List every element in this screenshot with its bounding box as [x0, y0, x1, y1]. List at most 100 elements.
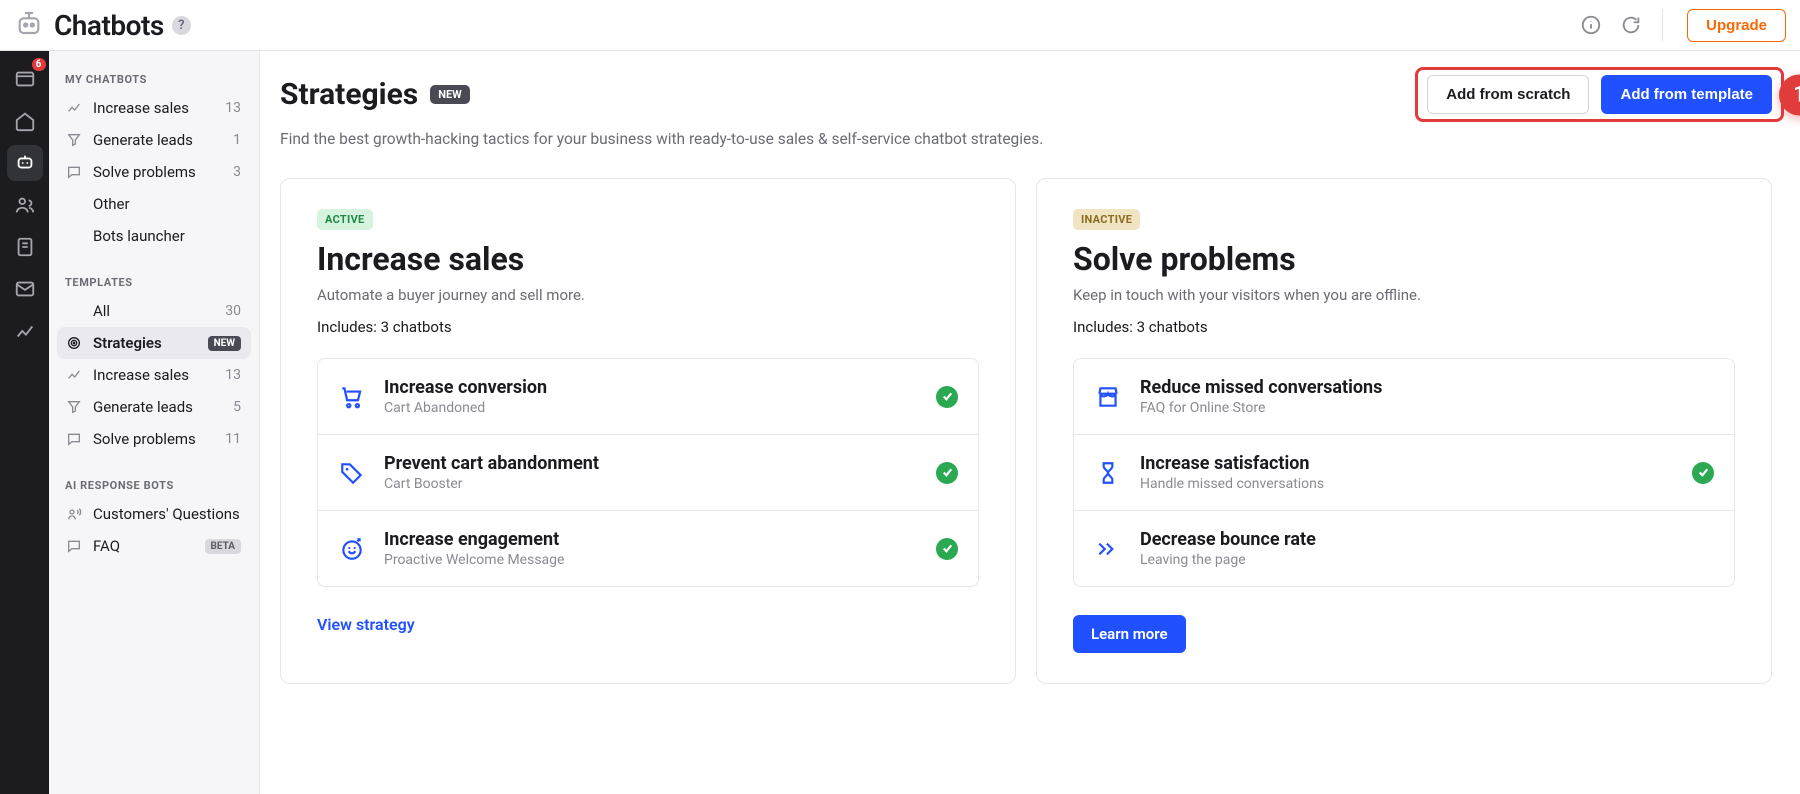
cart-icon [338, 383, 366, 411]
sidebar-item-count: 30 [225, 303, 241, 319]
feature-subtitle: Proactive Welcome Message [384, 552, 918, 568]
nav-home[interactable] [7, 103, 43, 139]
feature-item[interactable]: Decrease bounce rate Leaving the page [1074, 510, 1734, 586]
main-title-badge: NEW [430, 85, 470, 104]
sidebar-item-label: Solve problems [93, 163, 223, 181]
main-subtitle: Find the best growth-hacking tactics for… [280, 130, 1772, 148]
sidebar-item-count: 3 [233, 164, 241, 180]
card-footer: Learn more [1073, 615, 1735, 653]
feature-list: Reduce missed conversations FAQ for Onli… [1073, 358, 1735, 587]
chat-icon [65, 431, 83, 447]
new-badge: NEW [208, 336, 241, 351]
trend-icon [65, 100, 83, 116]
main: Strategies NEW Add from scratch Add from… [260, 51, 1800, 794]
feature-list: Increase conversion Cart Abandoned Preve… [317, 358, 979, 587]
feature-item[interactable]: Prevent cart abandonment Cart Booster [318, 434, 978, 510]
sidebar-item-generate-leads[interactable]: Generate leads 1 [57, 124, 251, 156]
nav-rail: 6 [0, 51, 49, 794]
sidebar-item-count: 11 [225, 431, 241, 447]
feature-item[interactable]: Increase satisfaction Handle missed conv… [1074, 434, 1734, 510]
main-title: Strategies [280, 77, 418, 112]
nav-chatbots[interactable] [7, 145, 43, 181]
user-voice-icon [65, 506, 83, 522]
status-pill: INACTIVE [1073, 209, 1140, 230]
feature-item[interactable]: Reduce missed conversations FAQ for Onli… [1074, 359, 1734, 434]
sidebar-item-t-generate-leads[interactable]: Generate leads 5 [57, 391, 251, 423]
sidebar-item-other[interactable]: Other [57, 188, 251, 220]
sidebar-item-customers-questions[interactable]: Customers' Questions [57, 498, 251, 530]
sidebar-item-label: Increase sales [93, 366, 215, 384]
beta-badge: BETA [205, 539, 242, 554]
feature-item[interactable]: Increase conversion Cart Abandoned [318, 359, 978, 434]
sidebar-item-label: Bots launcher [93, 227, 241, 245]
check-icon [936, 386, 958, 408]
feature-title: Decrease bounce rate [1140, 529, 1714, 550]
sidebar-item-strategies[interactable]: Strategies NEW [57, 327, 251, 359]
sidebar: MY CHATBOTS Increase sales 13 Generate l… [49, 51, 260, 794]
sidebar-item-increase-sales[interactable]: Increase sales 13 [57, 92, 251, 124]
feature-subtitle: Leaving the page [1140, 552, 1714, 568]
page-title: Chatbots [54, 9, 164, 42]
learn-more-button[interactable]: Learn more [1073, 615, 1186, 653]
sidebar-heading-ai: AI RESPONSE BOTS [57, 473, 251, 498]
target-icon [65, 335, 83, 351]
smile-icon [338, 535, 366, 563]
feature-title: Increase satisfaction [1140, 453, 1674, 474]
card-subtitle: Keep in touch with your visitors when yo… [1073, 286, 1735, 304]
view-strategy-link[interactable]: View strategy [317, 615, 415, 634]
store-icon [1094, 383, 1122, 411]
add-from-scratch-button[interactable]: Add from scratch [1427, 75, 1589, 114]
header-divider [1662, 9, 1663, 41]
sidebar-item-t-solve-problems[interactable]: Solve problems 11 [57, 423, 251, 455]
feature-subtitle: Cart Abandoned [384, 400, 918, 416]
info-icon[interactable] [1580, 14, 1602, 36]
sidebar-item-count: 1 [233, 132, 241, 148]
feature-title: Increase engagement [384, 529, 918, 550]
filter-icon [65, 132, 83, 148]
header: Chatbots ? Upgrade [0, 0, 1800, 51]
card-footer: View strategy [317, 615, 979, 634]
nav-mail[interactable] [7, 271, 43, 307]
feature-title: Increase conversion [384, 377, 918, 398]
sidebar-item-count: 5 [233, 399, 241, 415]
sidebar-item-label: Increase sales [93, 99, 215, 117]
card-solve-problems: INACTIVE Solve problems Keep in touch wi… [1036, 178, 1772, 684]
header-left: Chatbots ? [10, 6, 191, 44]
refresh-icon[interactable] [1620, 14, 1642, 36]
sidebar-item-label: Generate leads [93, 398, 223, 416]
card-includes: Includes: 3 chatbots [317, 318, 979, 336]
sidebar-item-count: 13 [225, 100, 241, 116]
feature-item[interactable]: Increase engagement Proactive Welcome Me… [318, 510, 978, 586]
chat-icon [65, 164, 83, 180]
nav-inbox-badge: 6 [32, 58, 46, 71]
sidebar-item-label: Strategies [93, 334, 198, 352]
nav-analytics[interactable] [7, 313, 43, 349]
main-actions: Add from scratch Add from template 1 [1427, 75, 1772, 114]
help-icon[interactable]: ? [172, 16, 191, 35]
sidebar-item-all[interactable]: All 30 [57, 295, 251, 327]
sidebar-item-solve-problems[interactable]: Solve problems 3 [57, 156, 251, 188]
main-head: Strategies NEW Add from scratch Add from… [280, 75, 1772, 114]
sidebar-item-bots-launcher[interactable]: Bots launcher [57, 220, 251, 252]
nav-inbox[interactable]: 6 [7, 61, 43, 97]
card-title: Solve problems [1073, 240, 1735, 278]
card-title: Increase sales [317, 240, 979, 278]
upgrade-button[interactable]: Upgrade [1687, 9, 1786, 42]
filter-icon [65, 399, 83, 415]
sidebar-heading-templates: TEMPLATES [57, 270, 251, 295]
nav-contacts[interactable] [7, 187, 43, 223]
feature-subtitle: FAQ for Online Store [1140, 400, 1714, 416]
card-increase-sales: ACTIVE Increase sales Automate a buyer j… [280, 178, 1016, 684]
sidebar-item-label: All [93, 302, 215, 320]
sidebar-item-count: 13 [225, 367, 241, 383]
sidebar-item-faq[interactable]: FAQ BETA [57, 530, 251, 562]
sidebar-item-t-increase-sales[interactable]: Increase sales 13 [57, 359, 251, 391]
sidebar-heading-my-chatbots: MY CHATBOTS [57, 67, 251, 92]
trend-icon [65, 367, 83, 383]
sidebar-item-label: Generate leads [93, 131, 223, 149]
robot-icon [10, 6, 48, 44]
nav-files[interactable] [7, 229, 43, 265]
check-icon [936, 538, 958, 560]
add-from-template-button[interactable]: Add from template [1601, 75, 1772, 114]
card-includes: Includes: 3 chatbots [1073, 318, 1735, 336]
